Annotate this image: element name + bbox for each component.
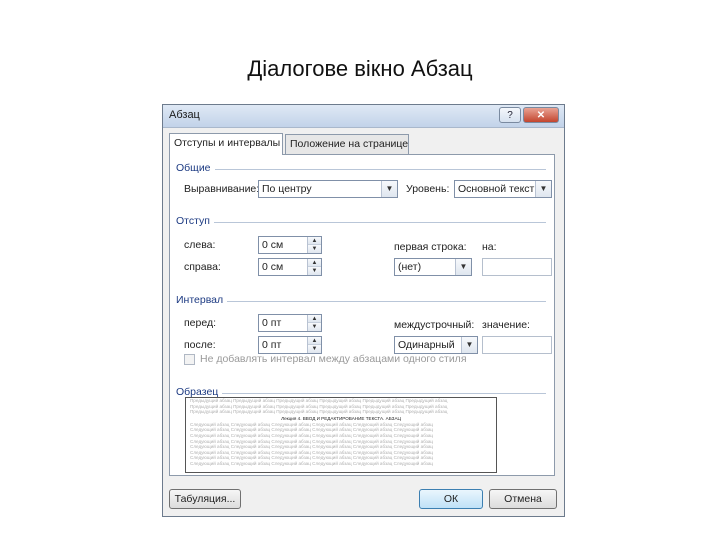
close-button[interactable]: ✕ [523,107,559,123]
spacing-value-label: значение: [482,319,530,331]
alignment-label: Выравнивание: [184,183,260,195]
level-value: Основной текст [458,183,535,195]
chevron-down-icon: ▼ [535,181,551,197]
spacing-before-value: 0 пт [262,317,282,329]
spin-down-icon[interactable]: ▼ [308,245,321,253]
ok-button[interactable]: ОК [419,489,483,509]
dialog-title: Абзац [169,109,200,121]
spin-down-icon[interactable]: ▼ [308,323,321,331]
first-line-value: (нет) [398,261,422,273]
line-spacing-select[interactable]: Одинарный ▼ [394,336,478,354]
divider [208,222,546,223]
chevron-down-icon: ▼ [455,259,471,275]
preview-current-paragraph: Лекция 4. ВВОД И РЕДАКТИРОВАНИЕ ТЕКСТА. … [281,415,401,421]
no-space-checkbox[interactable] [184,354,195,365]
indent-left-value: 0 см [262,239,284,251]
spacing-value-field[interactable] [482,336,552,354]
spin-up-icon[interactable]: ▲ [308,237,321,245]
indent-section-title: Отступ [176,215,214,227]
tabs-button[interactable]: Табуляция... [169,489,241,509]
spacing-after-spinner[interactable]: 0 пт ▲ ▼ [258,336,322,354]
dialog-titlebar: Абзац ? ✕ [163,105,564,128]
chevron-down-icon: ▼ [381,181,397,197]
paragraph-dialog: Абзац ? ✕ Отступы и интервалы Положение … [162,104,565,517]
level-select[interactable]: Основной текст ▼ [454,180,552,198]
indent-right-value: 0 см [262,261,284,273]
line-spacing-label: междустрочный: [394,319,475,331]
preview-following-line: Следующий абзац Следующий абзац Следующи… [190,460,434,466]
divider [220,301,546,302]
divider [216,393,546,394]
line-spacing-value: Одинарный [398,339,455,351]
spin-down-icon[interactable]: ▼ [308,267,321,275]
no-space-checkbox-label: Не добавлять интервал между абзацами одн… [200,353,467,365]
spacing-after-value: 0 пт [262,339,282,351]
spin-down-icon[interactable]: ▼ [308,345,321,353]
level-label: Уровень: [406,183,450,195]
help-button[interactable]: ? [499,107,521,123]
indent-right-spinner[interactable]: 0 см ▲ ▼ [258,258,322,276]
indent-left-label: слева: [184,239,216,251]
indent-by-field[interactable] [482,258,552,276]
indent-right-label: справа: [184,261,221,273]
chevron-down-icon: ▼ [461,337,477,353]
general-section-title: Общие [176,162,215,174]
indent-left-spinner[interactable]: 0 см ▲ ▼ [258,236,322,254]
alignment-select[interactable]: По центру ▼ [258,180,398,198]
tab-line-page-breaks[interactable]: Положение на странице [285,134,409,154]
preview-box: Предыдущий абзац Предыдущий абзац Предыд… [185,397,497,473]
spacing-after-label: после: [184,339,216,351]
indent-by-label: на: [482,241,497,253]
spacing-before-label: перед: [184,317,217,329]
spin-up-icon[interactable]: ▲ [308,315,321,323]
tab-indents-spacing[interactable]: Отступы и интервалы [169,133,283,155]
slide-title: Діалогове вікно Абзац [247,56,473,81]
spacing-section-title: Интервал [176,294,228,306]
spin-up-icon[interactable]: ▲ [308,259,321,267]
alignment-value: По центру [262,183,312,195]
divider [208,169,546,170]
spin-up-icon[interactable]: ▲ [308,337,321,345]
spacing-before-spinner[interactable]: 0 пт ▲ ▼ [258,314,322,332]
first-line-label: первая строка: [394,241,467,253]
first-line-select[interactable]: (нет) ▼ [394,258,472,276]
cancel-button[interactable]: Отмена [489,489,557,509]
